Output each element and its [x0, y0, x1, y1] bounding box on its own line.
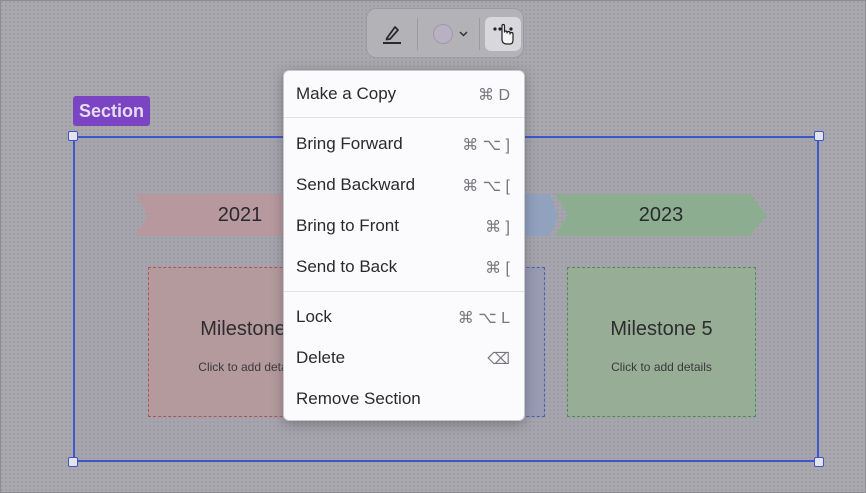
screenshot-border [0, 0, 866, 493]
